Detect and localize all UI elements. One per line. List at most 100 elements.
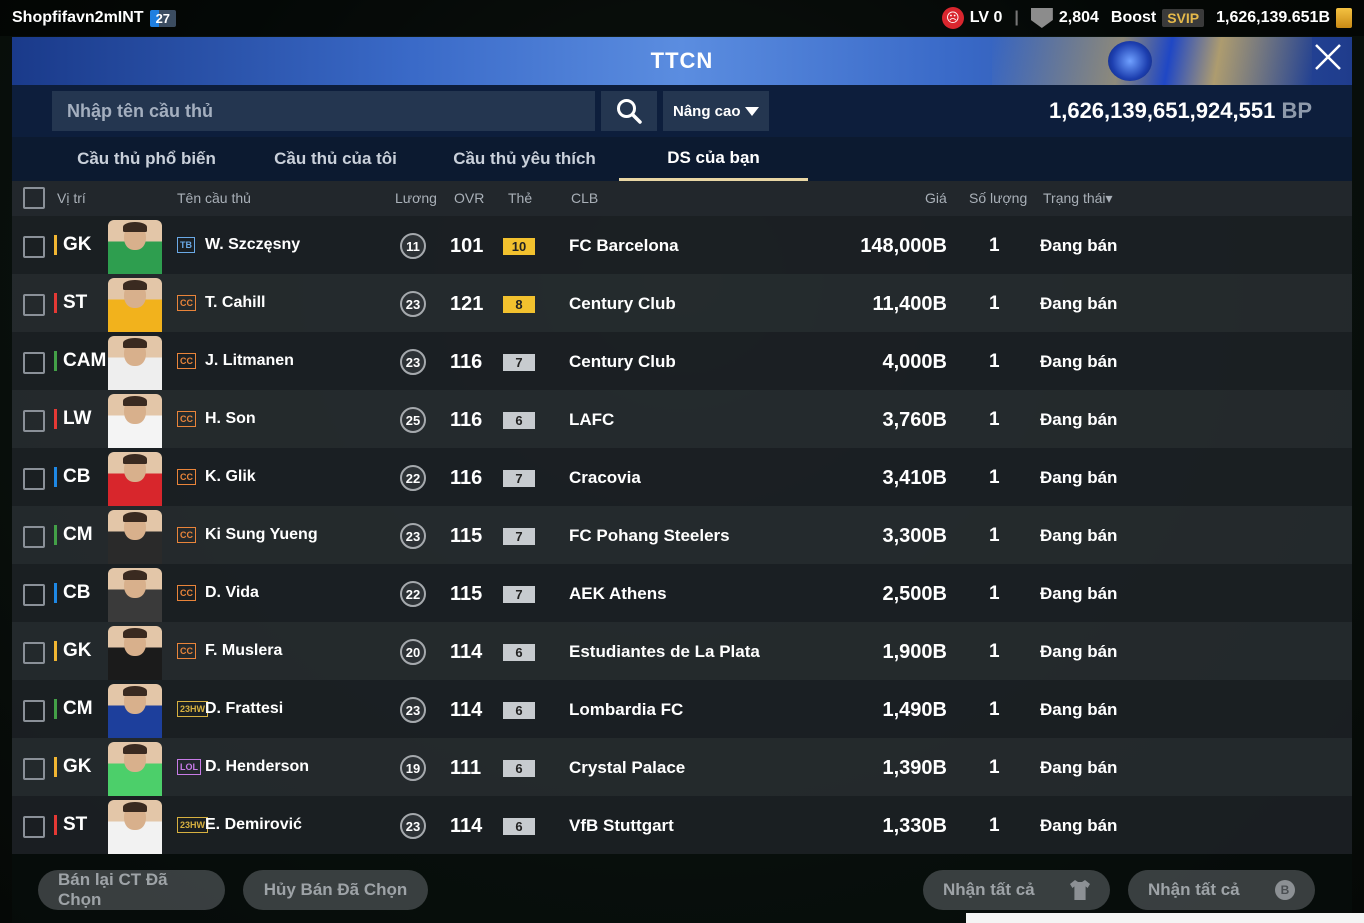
player-position: LW <box>54 409 92 429</box>
row-checkbox[interactable] <box>23 816 45 838</box>
resell-selected-button[interactable]: Bán lại CT Đã Chọn <box>38 870 225 910</box>
advanced-filter-dropdown[interactable]: Nâng cao <box>663 91 769 131</box>
level-indicator[interactable]: ☹ LV 0 <box>941 7 1003 29</box>
listing-quantity: 1 <box>989 525 1000 546</box>
claim-all-players-button[interactable]: Nhận tất cả <box>923 870 1110 910</box>
player-avatar <box>108 684 162 738</box>
row-checkbox[interactable] <box>23 700 45 722</box>
table-row[interactable]: CM CC Ki Sung Yueng 23 115 7 FC Pohang Steeler… <box>12 506 1352 564</box>
table-row[interactable]: GK CC F. Muslera 20 114 6 Estudiantes de La Pl… <box>12 622 1352 680</box>
season-badge: CC <box>177 295 196 311</box>
upgrade-level-badge: 7 <box>503 354 535 371</box>
table-row[interactable]: LW CC H. Son 25 116 6 LAFC 3,760B 1 Đang bán <box>12 390 1352 448</box>
col-ovr[interactable]: OVR <box>454 190 484 206</box>
player-position: CAM <box>54 351 106 371</box>
chevron-down-icon <box>745 106 759 116</box>
col-wage[interactable]: Lương <box>395 190 437 206</box>
col-status[interactable]: Trạng thái▾ <box>1043 190 1113 207</box>
col-quantity[interactable]: Số lượng <box>969 190 1027 206</box>
user-info[interactable]: Shopfifavn2mINT 27 <box>12 9 177 27</box>
table-row[interactable]: ST CC T. Cahill 23 121 8 Century Club 11,400B 1 Đ… <box>12 274 1352 332</box>
row-checkbox[interactable] <box>23 758 45 780</box>
tab-favorite-players[interactable]: Cầu thủ yêu thích <box>430 137 619 181</box>
player-name: T. Cahill <box>205 294 266 311</box>
season-badge: 23HW <box>177 701 209 717</box>
table-row[interactable]: CAM CC J. Litmanen 23 116 7 Century Club 4,000B… <box>12 332 1352 390</box>
tab-popular-players[interactable]: Cầu thủ phổ biến <box>52 137 241 181</box>
player-ovr: 116 <box>450 409 483 431</box>
search-button[interactable] <box>601 91 657 131</box>
season-badge: 23HW <box>177 817 209 833</box>
season-badge: CC <box>177 527 196 543</box>
sad-face-icon: ☹ <box>941 7 964 29</box>
player-search-input[interactable] <box>52 91 595 131</box>
listing-price: 3,760B <box>882 409 948 431</box>
wage-badge: 19 <box>400 755 426 781</box>
user-level-badge: 27 <box>149 9 177 27</box>
bp-unit: BP <box>1281 98 1312 123</box>
table-row[interactable]: CB CC K. Glik 22 116 7 Cracovia 3,410B 1 Đang bán <box>12 448 1352 506</box>
col-card[interactable]: Thẻ <box>508 190 532 206</box>
row-checkbox[interactable] <box>23 410 45 432</box>
season-badge: TB <box>177 237 195 253</box>
close-button[interactable] <box>1310 43 1346 79</box>
listing-status: Đang bán <box>1040 236 1118 255</box>
select-all-checkbox[interactable] <box>23 187 45 209</box>
bp-coin-icon: B <box>1275 880 1295 900</box>
boost-indicator[interactable]: Boost SVIP <box>1111 9 1205 27</box>
player-position: CM <box>54 525 93 545</box>
lv-label: LV 0 <box>969 9 1003 26</box>
listing-price: 148,000B <box>860 235 947 257</box>
cancel-selected-button[interactable]: Hủy Bán Đã Chọn <box>243 870 428 910</box>
upgrade-level-badge: 8 <box>503 296 535 313</box>
wage-badge: 23 <box>400 291 426 317</box>
table-row[interactable]: GK TB W. Szczęsny 11 101 10 FC Barcelona 148,00… <box>12 216 1352 274</box>
tab-my-players[interactable]: Cầu thủ của tôi <box>241 137 430 181</box>
svip-badge: SVIP <box>1162 9 1205 27</box>
player-name: D. Vida <box>205 584 259 601</box>
upgrade-level-badge: 6 <box>503 760 535 777</box>
listing-quantity: 1 <box>989 235 1000 256</box>
wage-badge: 25 <box>400 407 426 433</box>
player-position: CB <box>54 583 90 603</box>
table-row[interactable]: ST 23HW E. Demirović 23 114 6 VfB Stuttgart 1,3… <box>12 796 1352 854</box>
listing-quantity: 1 <box>989 351 1000 372</box>
player-ovr: 111 <box>450 757 482 779</box>
listing-price: 1,330B <box>882 815 948 837</box>
row-checkbox[interactable] <box>23 236 45 258</box>
player-position: CB <box>54 467 90 487</box>
row-checkbox[interactable] <box>23 468 45 490</box>
player-ovr: 116 <box>450 467 483 489</box>
shield-counter[interactable]: 2,804 <box>1030 8 1099 28</box>
table-row[interactable]: CM 23HW D. Frattesi 23 114 6 Lombardia FC 1,490… <box>12 680 1352 738</box>
player-position: GK <box>54 757 92 777</box>
season-badge: LOL <box>177 759 201 775</box>
tab-my-listings[interactable]: DS của bạn <box>619 137 808 181</box>
player-club: AEK Athens <box>569 584 667 603</box>
col-price[interactable]: Giá <box>925 190 947 206</box>
wage-badge: 22 <box>400 581 426 607</box>
claim-all-bp-button[interactable]: Nhận tất cả B <box>1128 870 1315 910</box>
col-club[interactable]: CLB <box>571 190 598 206</box>
listing-status: Đang bán <box>1040 352 1118 371</box>
col-position[interactable]: Vị trí <box>57 190 86 206</box>
player-ovr: 115 <box>450 525 483 547</box>
wage-badge: 23 <box>400 523 426 549</box>
table-row[interactable]: GK LOL D. Henderson 19 111 6 Crystal Palace 1,3… <box>12 738 1352 796</box>
search-row: Nâng cao 1,626,139,651,924,551 BP <box>12 85 1352 137</box>
coin-balance[interactable]: 1,626,139.651B <box>1216 8 1352 28</box>
col-name[interactable]: Tên cầu thủ <box>177 190 251 206</box>
row-checkbox[interactable] <box>23 352 45 374</box>
row-checkbox[interactable] <box>23 642 45 664</box>
top-status-bar: Shopfifavn2mINT 27 ☹ LV 0 | 2,804 Boost … <box>0 0 1364 36</box>
season-badge: CC <box>177 411 196 427</box>
username: Shopfifavn2mINT <box>12 9 144 26</box>
player-position: ST <box>54 815 87 835</box>
table-row[interactable]: CB CC D. Vida 22 115 7 AEK Athens 2,500B 1 Đang b… <box>12 564 1352 622</box>
listing-price: 3,300B <box>882 525 948 547</box>
upgrade-level-badge: 6 <box>503 644 535 661</box>
row-checkbox[interactable] <box>23 526 45 548</box>
row-checkbox[interactable] <box>23 584 45 606</box>
season-badge: CC <box>177 353 196 369</box>
row-checkbox[interactable] <box>23 294 45 316</box>
